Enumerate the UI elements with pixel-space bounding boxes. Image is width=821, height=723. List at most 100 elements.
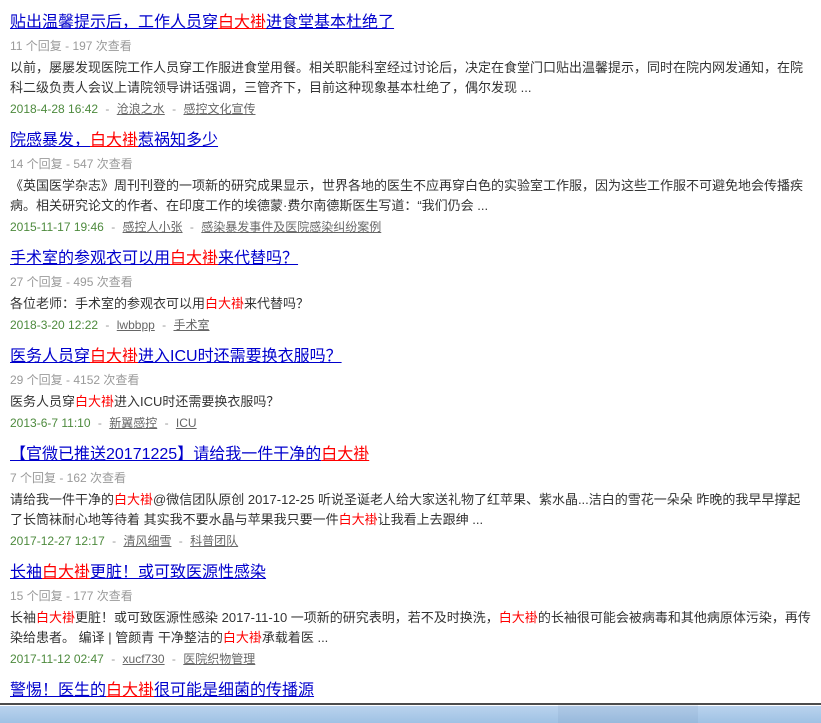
highlighted-search-term: 白大褂 xyxy=(170,250,218,267)
title-text: 手术室的参观衣可以用 xyxy=(10,250,170,267)
search-result: 【官微已推送20171225】请给我一件干净的白大褂 7 个回复 - 162 次… xyxy=(10,444,811,550)
result-title: 长袖白大褂更脏！或可致医源性感染 xyxy=(10,562,811,583)
highlighted-search-term: 白大褂 xyxy=(90,348,138,365)
result-title: 院感暴发，白大褂惹祸知多少 xyxy=(10,130,811,151)
title-text: 警惕！医生的 xyxy=(10,682,106,699)
result-title-link[interactable]: 贴出温馨提示后，工作人员穿白大褂进食堂基本杜绝了 xyxy=(10,14,394,31)
forum-link[interactable]: 感控文化宣传 xyxy=(183,102,255,116)
result-meta: 11 个回复 - 197 次查看 xyxy=(10,39,811,54)
result-snippet: 《英国医学杂志》周刊刊登的一项新的研究成果显示，世界各地的医生不应再穿白色的实验… xyxy=(10,176,811,216)
separator: - xyxy=(112,534,116,548)
search-result: 长袖白大褂更脏！或可致医源性感染 15 个回复 - 177 次查看 长袖白大褂更… xyxy=(10,562,811,668)
snippet-text: 长袖 xyxy=(10,610,36,625)
snippet-text: 承载着医 ... xyxy=(262,630,328,645)
post-date: 2018-4-28 16:42 xyxy=(10,102,98,116)
result-meta: 29 个回复 - 4152 次查看 xyxy=(10,373,811,388)
separator: - xyxy=(179,534,183,548)
result-title-link[interactable]: 长袖白大褂更脏！或可致医源性感染 xyxy=(10,564,266,581)
separator: - xyxy=(162,318,166,332)
author-link[interactable]: 感控人小张 xyxy=(123,220,183,234)
highlighted-search-term: 白大褂 xyxy=(36,610,75,625)
title-text: 医务人员穿 xyxy=(10,348,90,365)
snippet-text: 让我看上去跟绅 ... xyxy=(378,512,483,527)
status-bar-section xyxy=(558,705,698,723)
post-date: 2017-11-12 02:47 xyxy=(10,652,104,666)
separator: - xyxy=(98,416,102,430)
author-link[interactable]: lwbbpp xyxy=(117,318,155,332)
snippet-text: 来代替吗？ xyxy=(244,296,309,311)
result-title-link[interactable]: 【官微已推送20171225】请给我一件干净的白大褂 xyxy=(10,446,369,463)
snippet-text: 进入ICU时还需要换衣服吗？ xyxy=(114,394,279,409)
author-link[interactable]: xucf730 xyxy=(123,652,165,666)
result-footer: 2013-6-7 11:10 - 新翼感控 - ICU xyxy=(10,414,811,432)
snippet-text: 以前，屡屡发现医院工作人员穿工作服进食堂用餐。相关职能科室经过讨论后，决定在食堂… xyxy=(10,60,803,95)
forum-link[interactable]: 科普团队 xyxy=(190,534,238,548)
search-result: 贴出温馨提示后，工作人员穿白大褂进食堂基本杜绝了 11 个回复 - 197 次查… xyxy=(10,12,811,118)
highlighted-search-term: 白大褂 xyxy=(75,394,114,409)
forum-link[interactable]: 感染暴发事件及医院感染纠纷案例 xyxy=(201,220,381,234)
highlighted-search-term: 白大褂 xyxy=(42,564,90,581)
result-title: 贴出温馨提示后，工作人员穿白大褂进食堂基本杜绝了 xyxy=(10,12,811,33)
separator: - xyxy=(172,652,176,666)
post-date: 2013-6-7 11:10 xyxy=(10,416,91,430)
result-snippet: 长袖白大褂更脏！或可致医源性感染 2017-11-10 一项新的研究表明，若不及… xyxy=(10,608,811,648)
highlighted-search-term: 白大褂 xyxy=(339,512,378,527)
author-link[interactable]: 清风细雪 xyxy=(123,534,171,548)
author-link[interactable]: 沧浪之水 xyxy=(117,102,165,116)
separator: - xyxy=(165,416,169,430)
search-results: 贴出温馨提示后，工作人员穿白大褂进食堂基本杜绝了 11 个回复 - 197 次查… xyxy=(0,0,821,703)
title-text: 来代替吗？ xyxy=(218,250,298,267)
highlighted-search-term: 白大褂 xyxy=(223,630,262,645)
highlighted-search-term: 白大褂 xyxy=(499,610,538,625)
result-meta: 14 个回复 - 547 次查看 xyxy=(10,157,811,172)
title-text: 贴出温馨提示后，工作人员穿 xyxy=(10,14,218,31)
separator: - xyxy=(105,102,109,116)
title-text: 进入ICU时还需要换衣服吗？ xyxy=(138,348,342,365)
search-result: 院感暴发，白大褂惹祸知多少 14 个回复 - 547 次查看 《英国医学杂志》周… xyxy=(10,130,811,236)
search-result: 警惕！医生的白大褂很可能是细菌的传播源 xyxy=(10,680,811,701)
result-title-link[interactable]: 院感暴发，白大褂惹祸知多少 xyxy=(10,132,218,149)
forum-link[interactable]: ICU xyxy=(176,416,197,430)
forum-link[interactable]: 手术室 xyxy=(173,318,209,332)
status-bar xyxy=(0,703,821,723)
title-text: 更脏！或可致医源性感染 xyxy=(90,564,266,581)
result-footer: 2015-11-17 19:46 - 感控人小张 - 感染暴发事件及医院感染纠纷… xyxy=(10,218,811,236)
search-result: 医务人员穿白大褂进入ICU时还需要换衣服吗？ 29 个回复 - 4152 次查看… xyxy=(10,346,811,432)
snippet-text: 《英国医学杂志》周刊刊登的一项新的研究成果显示，世界各地的医生不应再穿白色的实验… xyxy=(10,178,803,213)
title-text: 进食堂基本杜绝了 xyxy=(266,14,394,31)
snippet-text: 更脏！或可致医源性感染 2017-11-10 一项新的研究表明，若不及时换洗， xyxy=(75,610,499,625)
result-footer: 2017-11-12 02:47 - xucf730 - 医院织物管理 xyxy=(10,650,811,668)
result-snippet: 以前，屡屡发现医院工作人员穿工作服进食堂用餐。相关职能科室经过讨论后，决定在食堂… xyxy=(10,58,811,98)
author-link[interactable]: 新翼感控 xyxy=(109,416,157,430)
post-date: 2017-12-27 12:17 xyxy=(10,534,105,548)
post-date: 2015-11-17 19:46 xyxy=(10,220,104,234)
separator: - xyxy=(111,652,115,666)
post-date: 2018-3-20 12:22 xyxy=(10,318,98,332)
highlighted-search-term: 白大褂 xyxy=(218,14,266,31)
forum-link[interactable]: 医院织物管理 xyxy=(183,652,255,666)
highlighted-search-term: 白大褂 xyxy=(106,682,154,699)
search-result: 手术室的参观衣可以用白大褂来代替吗？ 27 个回复 - 495 次查看 各位老师… xyxy=(10,248,811,334)
title-text: 【官微已推送20171225】请给我一件干净的 xyxy=(10,446,321,463)
snippet-text: 医务人员穿 xyxy=(10,394,75,409)
snippet-text: 请给我一件干净的 xyxy=(10,492,114,507)
separator: - xyxy=(172,102,176,116)
result-title-link[interactable]: 医务人员穿白大褂进入ICU时还需要换衣服吗？ xyxy=(10,348,342,365)
result-title: 医务人员穿白大褂进入ICU时还需要换衣服吗？ xyxy=(10,346,811,367)
result-meta: 15 个回复 - 177 次查看 xyxy=(10,589,811,604)
result-title: 【官微已推送20171225】请给我一件干净的白大褂 xyxy=(10,444,811,465)
result-title-link[interactable]: 手术室的参观衣可以用白大褂来代替吗？ xyxy=(10,250,298,267)
result-footer: 2017-12-27 12:17 - 清风细雪 - 科普团队 xyxy=(10,532,811,550)
result-title-link[interactable]: 警惕！医生的白大褂很可能是细菌的传播源 xyxy=(10,682,314,699)
result-meta: 7 个回复 - 162 次查看 xyxy=(10,471,811,486)
result-snippet: 各位老师：手术室的参观衣可以用白大褂来代替吗？ xyxy=(10,294,811,314)
result-footer: 2018-4-28 16:42 - 沧浪之水 - 感控文化宣传 xyxy=(10,100,811,118)
result-title: 手术室的参观衣可以用白大褂来代替吗？ xyxy=(10,248,811,269)
separator: - xyxy=(111,220,115,234)
snippet-text: 各位老师：手术室的参观衣可以用 xyxy=(10,296,205,311)
title-text: 很可能是细菌的传播源 xyxy=(154,682,314,699)
result-snippet: 请给我一件干净的白大褂@微信团队原创 2017-12-25 听说圣诞老人给大家送… xyxy=(10,490,811,530)
highlighted-search-term: 白大褂 xyxy=(205,296,244,311)
highlighted-search-term: 白大褂 xyxy=(321,446,369,463)
result-snippet: 医务人员穿白大褂进入ICU时还需要换衣服吗？ xyxy=(10,392,811,412)
